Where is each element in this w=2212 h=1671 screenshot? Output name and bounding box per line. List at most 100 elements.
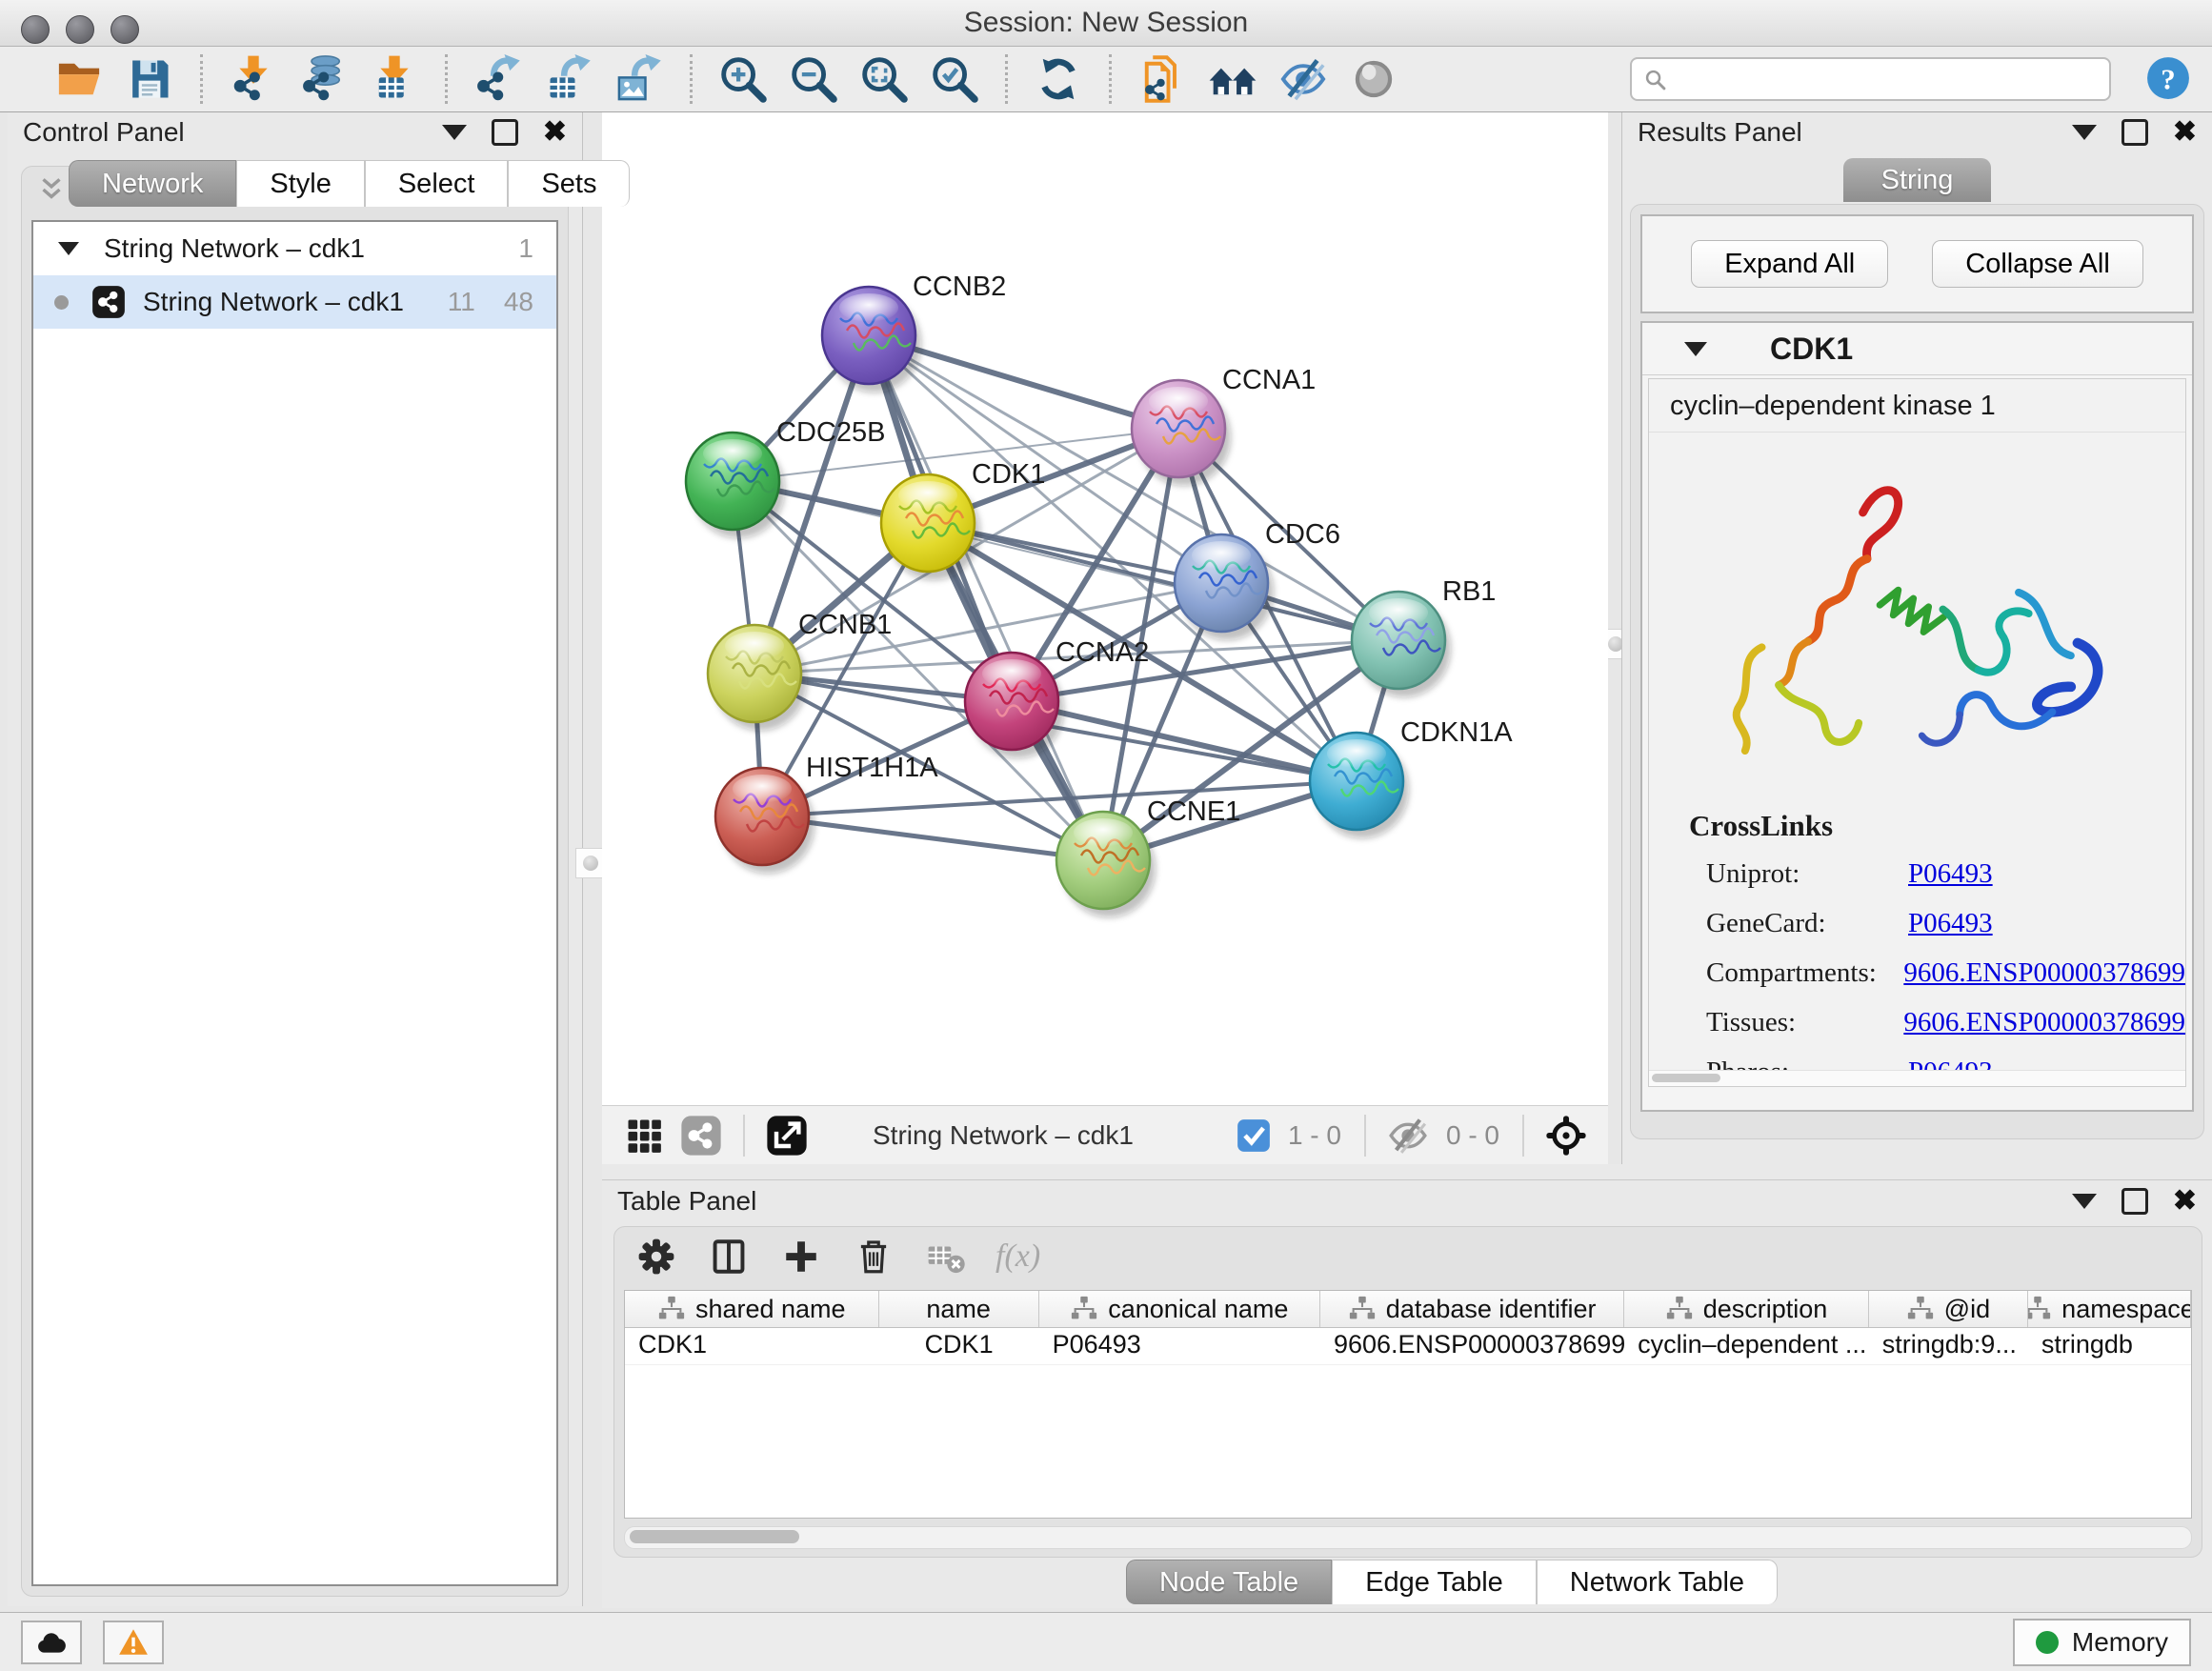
zoom-selected-icon	[930, 54, 979, 104]
table-horizontal-scrollbar[interactable]	[624, 1526, 2192, 1549]
close-panel-icon[interactable]: ✖	[2173, 122, 2197, 143]
protein-card-header[interactable]: CDK1	[1642, 323, 2192, 375]
add-column-button[interactable]	[778, 1234, 824, 1279]
expand-all-networks-icon[interactable]	[35, 173, 68, 211]
expand-all-button[interactable]: Expand All	[1691, 240, 1888, 288]
crosslink-link[interactable]: 9606.ENSP00000378699	[1903, 997, 2185, 1047]
table-options-gear-button[interactable]	[633, 1234, 679, 1279]
float-panel-icon[interactable]	[2122, 1188, 2148, 1215]
results-horizontal-scrollbar[interactable]	[1649, 1070, 2185, 1086]
network-row-selected[interactable]: String Network – cdk1 11 48	[33, 275, 556, 329]
crosslink-link[interactable]: P06493	[1908, 849, 1993, 898]
collapse-card-icon[interactable]	[1684, 342, 1707, 356]
tab-network-table[interactable]: Network Table	[1537, 1560, 1778, 1604]
network-node-CDKN1A[interactable]: CDKN1A	[1310, 717, 1513, 838]
zoom-out-button[interactable]	[784, 50, 843, 109]
save-session-button[interactable]	[120, 50, 179, 109]
node-table-container: f(x) shared namenamecanonical namedataba…	[613, 1226, 2202, 1558]
crosslink-label: Tissues:	[1706, 997, 1903, 1047]
tab-edge-table[interactable]: Edge Table	[1332, 1560, 1537, 1604]
panel-menu-icon[interactable]	[2072, 125, 2097, 140]
panel-menu-icon[interactable]	[2072, 1194, 2097, 1209]
refresh-view-button[interactable]	[1029, 50, 1088, 109]
tab-style[interactable]: Style	[236, 160, 364, 207]
tab-select[interactable]: Select	[365, 160, 509, 207]
collapse-all-button[interactable]: Collapse All	[1932, 240, 2143, 288]
column-header-shared-name[interactable]: shared name	[625, 1291, 879, 1327]
warning-status-button[interactable]	[103, 1621, 164, 1664]
eye-slash-icon	[1278, 54, 1328, 104]
import-network-from-database-button[interactable]	[294, 50, 353, 109]
column-header--id[interactable]: @id	[1869, 1291, 2028, 1327]
birdseye-view-button[interactable]	[1545, 1115, 1587, 1157]
network-collection-row[interactable]: String Network – cdk1 1	[33, 222, 556, 275]
function-builder-icon: f(x)	[995, 1238, 1040, 1275]
selected-checkbox-icon[interactable]	[1237, 1118, 1271, 1153]
memory-button[interactable]: Memory	[2013, 1619, 2191, 1666]
first-neighbors-button[interactable]	[1203, 50, 1262, 109]
search-icon	[1643, 68, 1668, 92]
open-session-button[interactable]	[50, 50, 109, 109]
show-all-button[interactable]	[1344, 50, 1403, 109]
column-header-canonical-name[interactable]: canonical name	[1039, 1291, 1320, 1327]
float-panel-icon[interactable]	[2122, 119, 2148, 146]
show-grid-button[interactable]	[623, 1115, 665, 1157]
toolbar-separator	[200, 54, 203, 104]
export-table-button[interactable]	[539, 50, 598, 109]
float-panel-icon[interactable]	[492, 119, 518, 146]
results-tab-string[interactable]: String	[1843, 158, 1992, 202]
table-panel-title: Table Panel	[617, 1186, 756, 1217]
export-network-button[interactable]	[469, 50, 528, 109]
network-node-RB1[interactable]: RB1	[1352, 576, 1496, 697]
import-network-from-file-button[interactable]	[224, 50, 283, 109]
zoom-in-button[interactable]	[714, 50, 773, 109]
network-node-CDC25B[interactable]: CDC25B	[686, 417, 885, 538]
network-node-CDC6[interactable]: CDC6	[1175, 519, 1340, 640]
close-panel-icon[interactable]: ✖	[2173, 1191, 2197, 1212]
node-label-CDK1: CDK1	[972, 459, 1045, 490]
clone-network-button[interactable]	[1133, 50, 1192, 109]
clone-network-icon	[1137, 54, 1187, 104]
column-header-name[interactable]: name	[879, 1291, 1039, 1327]
toolbar-separator	[690, 54, 693, 104]
table-cell: stringdb:9...	[1869, 1328, 2028, 1364]
column-header-namespace[interactable]: namespace	[2028, 1291, 2191, 1327]
table-panel: Table Panel ✖ f(x) shared namenamecanoni…	[602, 1179, 2212, 1608]
crosslink-link[interactable]: P06493	[1908, 898, 1993, 948]
export-image-button[interactable]	[610, 50, 669, 109]
close-panel-icon[interactable]: ✖	[543, 122, 567, 143]
memory-label: Memory	[2072, 1627, 2168, 1658]
column-header-description[interactable]: description	[1624, 1291, 1869, 1327]
table-row[interactable]: CDK1CDK1P064939606.ENSP00000378699cyclin…	[625, 1328, 2191, 1365]
collapse-collection-icon[interactable]	[58, 242, 79, 255]
network-overview-button[interactable]	[680, 1115, 722, 1157]
horizontal-divider[interactable]	[602, 1164, 2212, 1179]
warning-icon	[117, 1626, 150, 1659]
search-input[interactable]	[1630, 57, 2111, 101]
protein-structure-image	[1649, 433, 2185, 799]
tab-sets[interactable]: Sets	[508, 160, 630, 207]
network-node-CCNB1[interactable]: CCNB1	[708, 610, 892, 731]
cloud-status-button[interactable]	[21, 1621, 82, 1664]
network-node-CCNB2[interactable]: CCNB2	[822, 272, 1006, 393]
show-columns-button[interactable]	[706, 1234, 752, 1279]
network-node-CCNE1[interactable]: CCNE1	[1056, 796, 1240, 917]
network-node-CCNA1[interactable]: CCNA1	[1132, 365, 1316, 486]
zoom-selected-button[interactable]	[925, 50, 984, 109]
network-canvas[interactable]: CCNB2 CCNA1 CDC25B CDK1 CDC6 RB1 CCNB1 C…	[602, 112, 1608, 1164]
panel-menu-icon[interactable]	[442, 125, 467, 140]
hide-selected-button[interactable]	[1274, 50, 1333, 109]
control-panel-title: Control Panel	[23, 117, 185, 148]
zoom-fit-button[interactable]	[855, 50, 914, 109]
export-image-icon	[614, 54, 664, 104]
delete-column-button[interactable]	[851, 1234, 896, 1279]
tab-node-table[interactable]: Node Table	[1126, 1560, 1332, 1604]
crosslink-link[interactable]: 9606.ENSP00000378699	[1903, 948, 2185, 997]
control-panel-tabs: NetworkStyleSelectSets	[69, 160, 582, 207]
tab-network[interactable]: Network	[69, 160, 236, 207]
column-header-database-identifier[interactable]: database identifier	[1320, 1291, 1624, 1327]
import-table-from-file-button[interactable]	[365, 50, 424, 109]
help-button[interactable]: ?	[2143, 53, 2193, 106]
detach-view-button[interactable]	[766, 1115, 808, 1157]
zoom-in-icon	[718, 54, 768, 104]
